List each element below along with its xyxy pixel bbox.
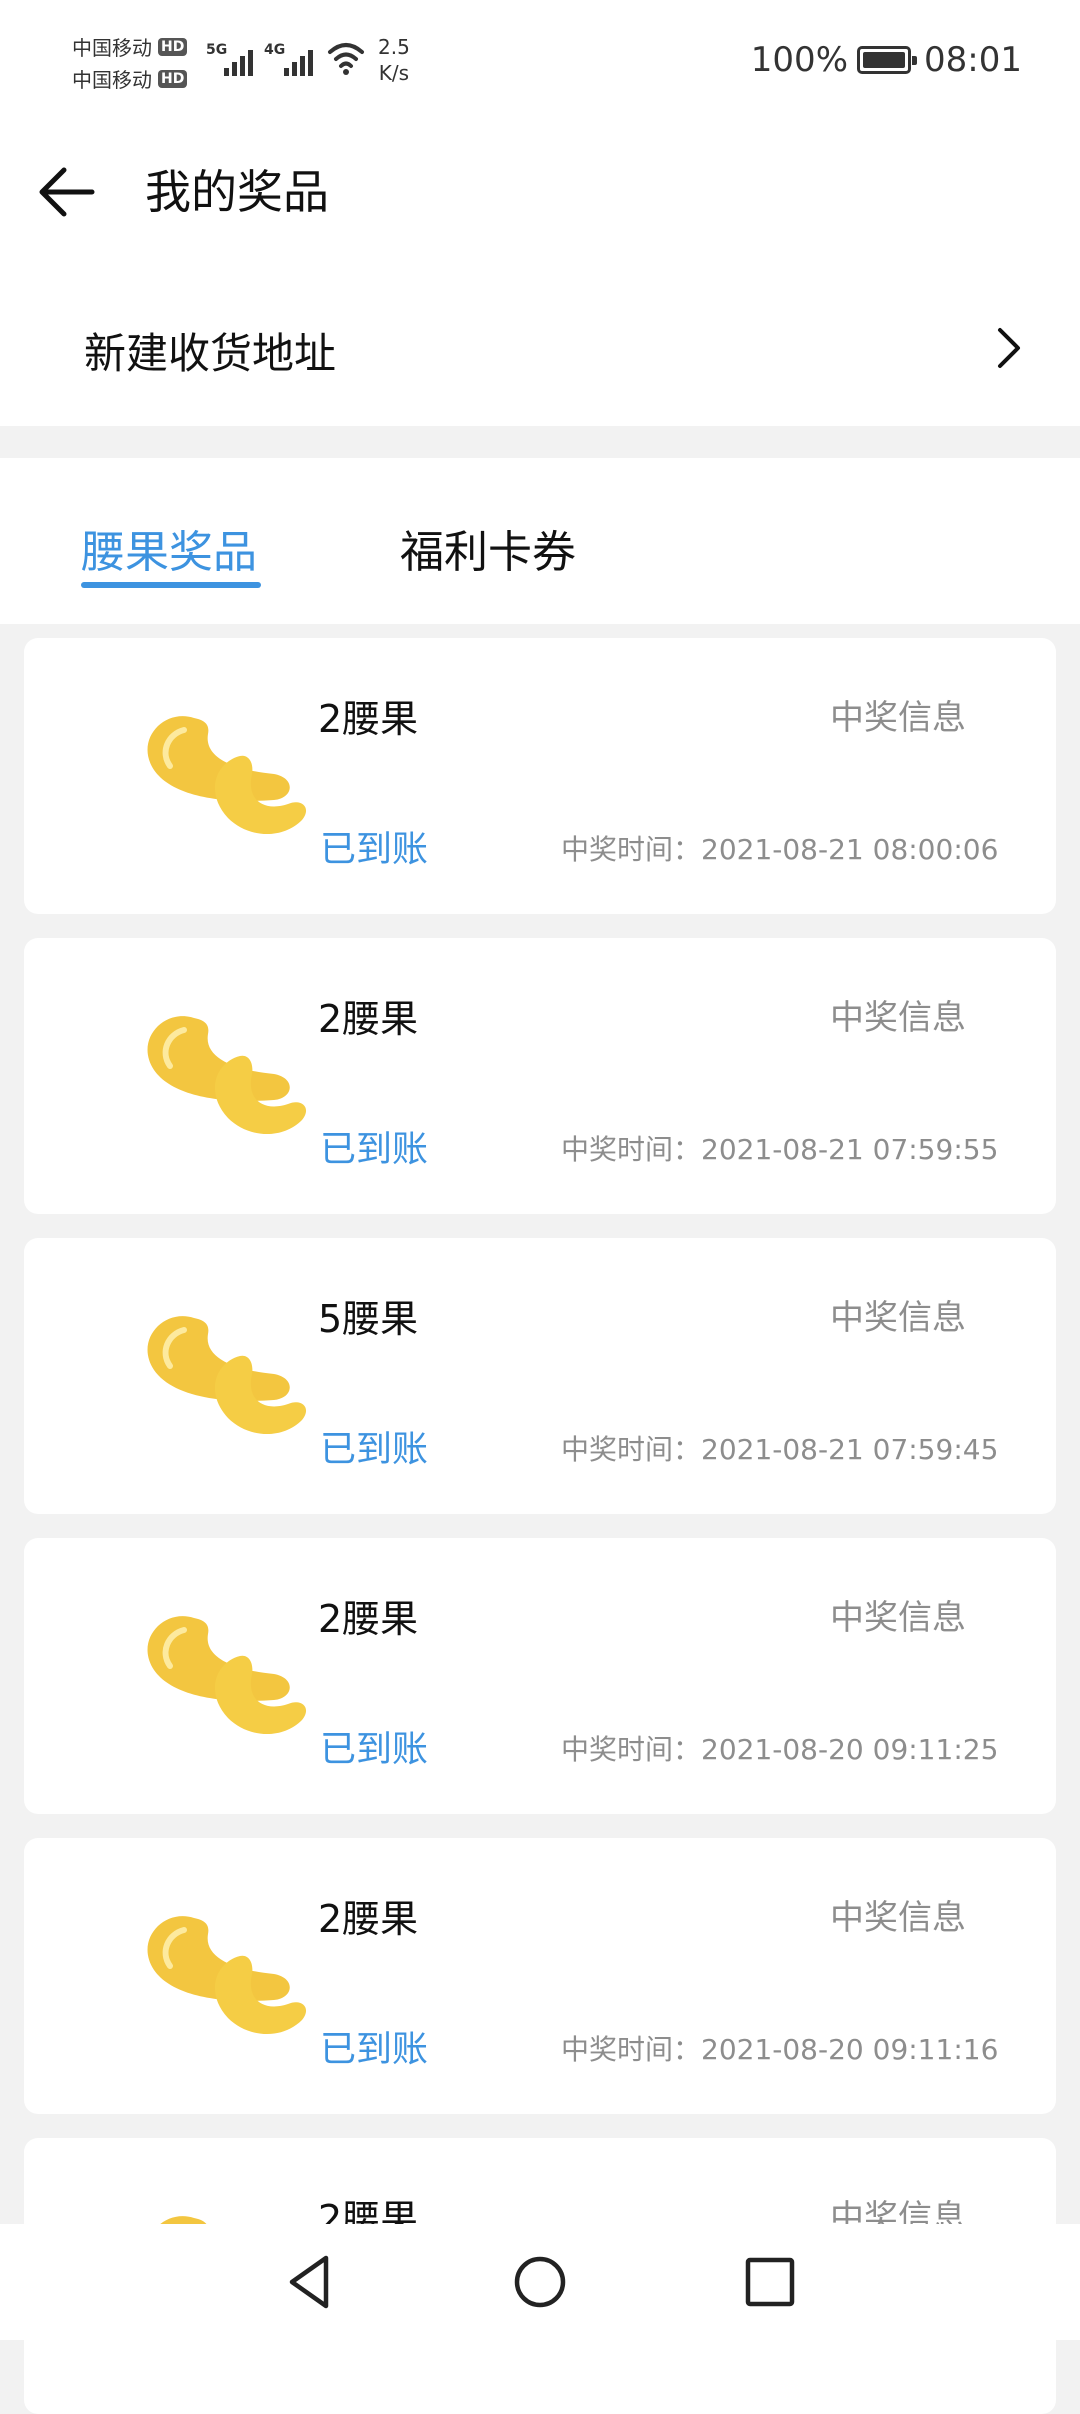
prize-name: 2腰果 (318, 1897, 419, 1941)
back-button[interactable] (30, 156, 114, 228)
prize-status: 已到账 (320, 1429, 429, 1470)
prize-tabs: 腰果奖品 福利卡券 (0, 458, 1080, 624)
new-address-label: 新建收货地址 (84, 329, 337, 378)
cashew-icon (147, 1016, 307, 1135)
prize-time: 中奖时间：2021-08-21 08:00:06 (561, 833, 999, 866)
prize-info-link[interactable]: 中奖信息 (830, 1290, 966, 1339)
carrier-2-label: 中国移动 (72, 68, 152, 92)
clock: 08:01 (924, 40, 1022, 80)
prize-status: 已到账 (320, 829, 429, 870)
tab-cashew-prizes[interactable]: 腰果奖品 (81, 516, 257, 580)
prize-info-link[interactable]: 中奖信息 (830, 990, 966, 1039)
battery-percent: 100% (750, 40, 848, 80)
hd-badge-1: HD (158, 37, 188, 56)
square-recents-icon[interactable] (738, 2250, 802, 2314)
page-title: 我的奖品 (145, 165, 329, 219)
prize-status: 已到账 (320, 1729, 429, 1770)
prize-name: 2腰果 (318, 697, 419, 741)
prize-card: 2腰果 中奖信息 已到账 中奖时间：2021-08-21 07:59:55 (24, 938, 1056, 1214)
network-speed: 2.5 K/s (378, 34, 410, 86)
active-tab-indicator (81, 582, 261, 588)
prize-info-link[interactable]: 中奖信息 (830, 1590, 966, 1639)
prize-name: 2腰果 (318, 1597, 419, 1641)
hd-badge-2: HD (158, 69, 188, 88)
battery-icon (857, 46, 917, 74)
signal-bars-icon-1 (224, 50, 253, 76)
prize-info-link[interactable]: 中奖信息 (830, 690, 966, 739)
prize-time: 中奖时间：2021-08-21 07:59:45 (561, 1433, 999, 1466)
arrow-left-icon (39, 167, 95, 217)
cashew-icon (147, 716, 307, 835)
prize-status: 已到账 (320, 2029, 429, 2070)
prize-card: 5腰果 中奖信息 已到账 中奖时间：2021-08-21 07:59:45 (24, 1238, 1056, 1514)
circle-home-icon[interactable] (508, 2250, 572, 2314)
prize-card: 2腰果 中奖信息 已到账 中奖时间：2021-08-20 09:11:16 (24, 1838, 1056, 2114)
prize-time: 中奖时间：2021-08-20 09:11:16 (561, 2033, 999, 2066)
cashew-icon (147, 1616, 307, 1735)
network-4g-label: 4G (264, 42, 286, 58)
tab-welfare-coupons[interactable]: 福利卡券 (400, 516, 576, 580)
speed-unit: K/s (378, 61, 410, 85)
prize-name: 5腰果 (318, 1297, 419, 1341)
new-address-row[interactable]: 新建收货地址 (0, 256, 1080, 426)
signal-bars-icon-2 (284, 50, 313, 76)
wifi-icon (328, 43, 364, 75)
title-bar: 我的奖品 (0, 126, 1080, 256)
chevron-right-icon (998, 328, 1020, 368)
prize-time: 中奖时间：2021-08-21 07:59:55 (561, 1133, 999, 1166)
cashew-icon (147, 1316, 307, 1435)
prize-card: 2腰果 中奖信息 已到账 中奖时间：2021-08-21 08:00:06 (24, 638, 1056, 914)
cashew-icon (147, 1916, 307, 2035)
prize-info-link[interactable]: 中奖信息 (830, 1890, 966, 1939)
system-navigation-bar (0, 2224, 1080, 2340)
prize-card: 2腰果 中奖信息 已到账 中奖时间：2021-08-20 09:11:25 (24, 1538, 1056, 1814)
carrier-2: 中国移动 HD (72, 64, 188, 93)
prize-time: 中奖时间：2021-08-20 09:11:25 (561, 1733, 999, 1766)
carrier-1: 中国移动 HD (72, 32, 188, 61)
status-bar: 中国移动 HD 中国移动 HD 5G 4G 2.5 K/s 100% 08:01 (0, 0, 1080, 126)
prize-status: 已到账 (320, 1129, 429, 1170)
carrier-1-label: 中国移动 (72, 36, 152, 60)
triangle-back-icon[interactable] (278, 2250, 342, 2314)
prize-name: 2腰果 (318, 997, 419, 1041)
speed-value: 2.5 (378, 35, 410, 59)
